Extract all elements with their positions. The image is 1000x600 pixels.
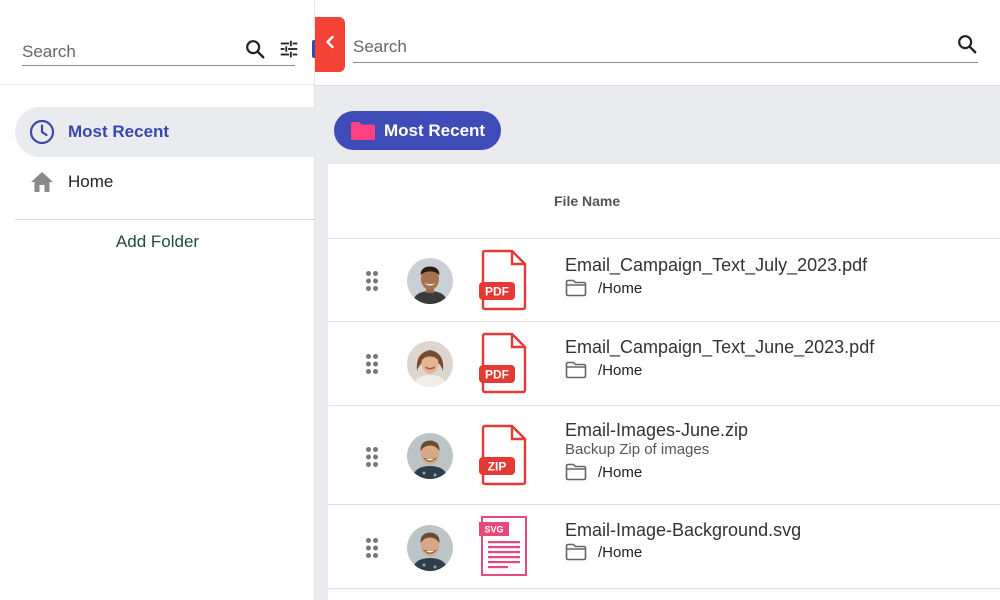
file-name[interactable]: Email-Images-June.zip [565, 420, 748, 441]
folder-icon [350, 120, 376, 142]
file-name[interactable]: Email_Campaign_Text_July_2023.pdf [565, 255, 867, 276]
sidebar-item-label: Most Recent [68, 122, 170, 141]
main-search-input[interactable] [353, 30, 956, 57]
table-row[interactable]: PDF Email_Campaign_Text_July_2023.pdf /H… [328, 239, 1000, 322]
svg-text:ZIP: ZIP [488, 460, 507, 474]
location-text: /Home [598, 279, 643, 297]
divider [0, 84, 315, 85]
svg-text:SVG: SVG [484, 525, 503, 535]
chevron-left-icon [323, 34, 337, 55]
avatar [407, 525, 453, 571]
sidebar-item-label: Home [68, 172, 114, 191]
file-list-panel: File Name PDF Email_Campaign_Text_July_2… [328, 164, 1000, 600]
chip-label: Most Recent [384, 120, 486, 140]
column-header-file-name[interactable]: File Name [554, 193, 620, 209]
top-bar [315, 0, 1000, 86]
pdf-file-icon: PDF [479, 332, 527, 394]
file-location[interactable]: /Home [565, 543, 642, 561]
drag-handle-icon[interactable] [365, 537, 379, 559]
file-location[interactable]: /Home [565, 463, 642, 481]
add-folder-link[interactable]: Add Folder [0, 232, 315, 252]
sidebar: Most Recent Home Add Folder [0, 0, 334, 600]
filter-sliders-icon[interactable] [277, 37, 301, 61]
sidebar-search-input[interactable] [22, 33, 243, 62]
search-icon[interactable] [956, 33, 978, 55]
clock-icon [29, 119, 55, 145]
location-text: /Home [598, 361, 643, 379]
folder-outline-icon [565, 543, 587, 561]
file-location[interactable]: /Home [565, 361, 642, 379]
search-icon[interactable] [243, 37, 267, 61]
collapse-sidebar-button[interactable] [315, 17, 345, 72]
location-text: /Home [598, 543, 643, 561]
column-header: File Name [328, 164, 1000, 239]
avatar [407, 258, 453, 304]
sidebar-item-most-recent[interactable]: Most Recent [15, 107, 315, 157]
file-name[interactable]: Email_Campaign_Text_June_2023.pdf [565, 337, 874, 358]
file-location[interactable]: /Home [565, 279, 642, 297]
table-row[interactable]: ZIP Email-Images-June.zip Backup Zip of … [328, 406, 1000, 505]
sidebar-item-home[interactable]: Home [15, 157, 315, 207]
drag-handle-icon[interactable] [365, 446, 379, 468]
home-icon [29, 169, 55, 195]
avatar [407, 341, 453, 387]
location-text: /Home [598, 463, 643, 481]
svg-text:PDF: PDF [485, 285, 509, 299]
main-search [353, 25, 978, 63]
divider [15, 219, 315, 220]
table-row[interactable]: SVG Email-Image-Background.svg /Home [328, 505, 1000, 589]
folder-outline-icon [565, 279, 587, 297]
pdf-file-icon: PDF [479, 249, 527, 311]
most-recent-chip[interactable]: Most Recent [334, 111, 501, 150]
sidebar-search [22, 30, 334, 66]
file-name[interactable]: Email-Image-Background.svg [565, 520, 801, 541]
drag-handle-icon[interactable] [365, 270, 379, 292]
avatar [407, 433, 453, 479]
drag-handle-icon[interactable] [365, 353, 379, 375]
svg-text:PDF: PDF [485, 368, 509, 382]
main-content: Most Recent File Name PDF Email_Campaign… [315, 0, 1000, 600]
folder-outline-icon [565, 361, 587, 379]
zip-file-icon: ZIP [479, 424, 527, 486]
table-row[interactable]: PDF Email_Campaign_Text_June_2023.pdf /H… [328, 322, 1000, 406]
svg-file-icon: SVG [479, 516, 527, 576]
folder-outline-icon [565, 463, 587, 481]
file-description: Backup Zip of images [565, 441, 710, 458]
